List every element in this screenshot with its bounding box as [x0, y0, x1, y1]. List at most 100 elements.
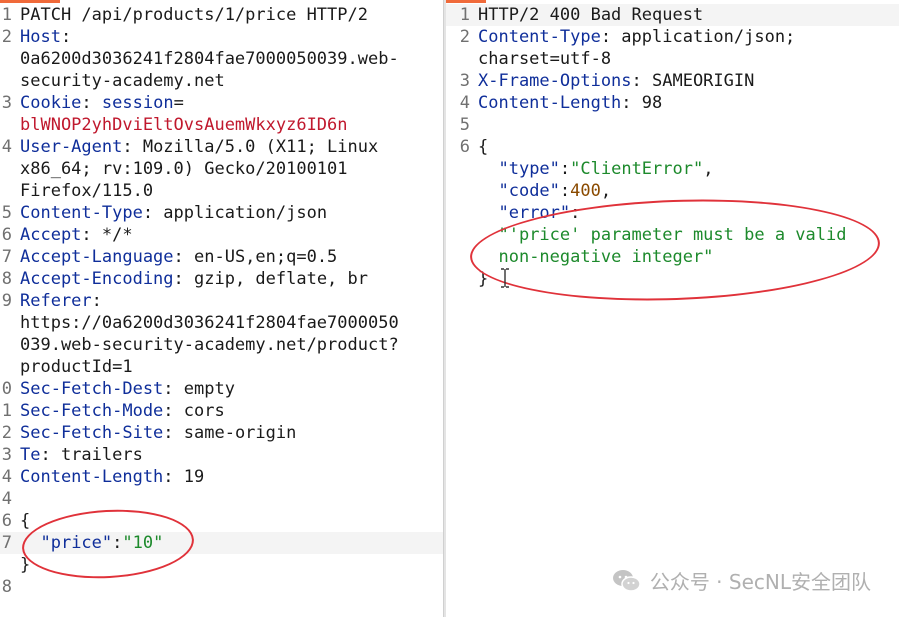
- token-text: :: [112, 533, 123, 553]
- request-line[interactable]: 3 Cookie: session=: [0, 92, 443, 114]
- response-line[interactable]: 2 Content-Type: application/json;: [446, 26, 899, 48]
- response-line[interactable]: charset=utf-8: [446, 48, 899, 70]
- token-text: : gzip, deflate, br: [173, 269, 368, 289]
- token-text: security-academy.net: [20, 71, 225, 91]
- watermark-text: 公众号 · SecNL安全团队: [649, 570, 871, 594]
- line-content: Content-Length: 19: [20, 466, 443, 488]
- request-line[interactable]: security-academy.net: [0, 70, 443, 92]
- line-content: "'price' parameter must be a valid: [478, 224, 899, 246]
- request-line[interactable]: x86_64; rv:109.0) Gecko/20100101: [0, 158, 443, 180]
- line-content: https://0a6200d3036241f2804fae7000050: [20, 312, 443, 334]
- request-line[interactable]: https://0a6200d3036241f2804fae7000050: [0, 312, 443, 334]
- response-line[interactable]: "type":"ClientError",: [446, 158, 899, 180]
- response-line[interactable]: 4 Content-Length: 98: [446, 92, 899, 114]
- line-content: Firefox/115.0: [20, 180, 443, 202]
- request-line[interactable]: 7 Accept-Language: en-US,en;q=0.5: [0, 246, 443, 268]
- request-line[interactable]: 7 "price":"10": [0, 532, 443, 554]
- request-line[interactable]: 9 Referer:: [0, 290, 443, 312]
- token-text: }: [478, 269, 489, 289]
- token-key: Accept-Encoding: [20, 269, 174, 289]
- token-key: Accept: [20, 225, 82, 245]
- token-text: PATCH /api/products/1/price HTTP/2: [20, 5, 368, 25]
- request-line[interactable]: 1 PATCH /api/products/1/price HTTP/2: [0, 4, 443, 26]
- request-line[interactable]: 039.web-security-academy.net/product?: [0, 334, 443, 356]
- line-number: 5: [1, 203, 12, 223]
- token-text: :: [559, 159, 571, 179]
- line-content: Content-Type: application/json: [20, 202, 443, 224]
- token-key: Content-Length: [478, 93, 622, 113]
- token-text: HTTP/2 400 Bad Request: [478, 5, 704, 25]
- request-line[interactable]: }: [0, 554, 443, 576]
- token-session-value: blWNOP2yhDviEltOvsAuemWkxyz6ID6n: [20, 115, 348, 135]
- request-line[interactable]: blWNOP2yhDviEltOvsAuemWkxyz6ID6n: [0, 114, 443, 136]
- response-pane[interactable]: 1 HTTP/2 400 Bad Request 2 Content-Type: ap…: [446, 0, 899, 617]
- response-line[interactable]: 5: [446, 114, 899, 136]
- request-line[interactable]: 6{: [0, 510, 443, 532]
- line-number: 8: [1, 269, 12, 289]
- request-line[interactable]: 4 Content-Length: 19: [0, 466, 443, 488]
- line-number: 6: [1, 511, 12, 531]
- token-string: "10": [122, 533, 164, 553]
- request-line[interactable]: 0a6200d3036241f2804fae7000050039.web-: [0, 48, 443, 70]
- line-content: Referer:: [20, 290, 443, 312]
- line-content: Sec-Fetch-Dest: empty: [20, 378, 443, 400]
- token-text: {: [20, 511, 31, 531]
- response-viewer[interactable]: 1 HTTP/2 400 Bad Request 2 Content-Type: ap…: [446, 4, 899, 290]
- token-key: "type": [498, 159, 560, 179]
- response-line[interactable]: non-negative integer": [446, 246, 899, 268]
- request-line[interactable]: 4 User-Agent: Mozilla/5.0 (X11; Linux: [0, 136, 443, 158]
- request-line[interactable]: 2 Sec-Fetch-Site: same-origin: [0, 422, 443, 444]
- response-line[interactable]: "'price' parameter must be a valid: [446, 224, 899, 246]
- request-line[interactable]: 8: [0, 576, 443, 598]
- token-text: charset=utf-8: [478, 49, 612, 69]
- request-line[interactable]: 8 Accept-Encoding: gzip, deflate, br: [0, 268, 443, 290]
- request-line[interactable]: 1 Sec-Fetch-Mode: cors: [0, 400, 443, 422]
- request-pane[interactable]: 1 PATCH /api/products/1/price HTTP/2 2 Host…: [0, 0, 443, 617]
- response-line[interactable]: "error":: [446, 202, 899, 224]
- token-text: :: [559, 181, 571, 201]
- line-number: 1: [459, 5, 470, 25]
- line-content: [20, 488, 443, 510]
- line-number: 1: [1, 401, 12, 421]
- line-content: "price":"10": [20, 532, 443, 554]
- request-line[interactable]: productId=1: [0, 356, 443, 378]
- response-line[interactable]: 3 X-Frame-Options: SAMEORIGIN: [446, 70, 899, 92]
- response-line[interactable]: 1 HTTP/2 400 Bad Request: [446, 4, 899, 26]
- token-key: Referer: [20, 291, 92, 311]
- line-number: 6: [459, 137, 470, 157]
- request-editor[interactable]: 1 PATCH /api/products/1/price HTTP/2 2 Host…: [0, 4, 443, 598]
- response-line[interactable]: "code":400,: [446, 180, 899, 202]
- line-content: Accept: */*: [20, 224, 443, 246]
- line-content: Cookie: session=: [20, 92, 443, 114]
- request-line[interactable]: Firefox/115.0: [0, 180, 443, 202]
- line-content: Content-Length: 98: [478, 92, 899, 114]
- line-content: 039.web-security-academy.net/product?: [20, 334, 443, 356]
- request-line[interactable]: 0 Sec-Fetch-Dest: empty: [0, 378, 443, 400]
- token-key: Content-Type: [20, 203, 143, 223]
- response-line[interactable]: 6{: [446, 136, 899, 158]
- request-line[interactable]: 6 Accept: */*: [0, 224, 443, 246]
- token-key: Sec-Fetch-Site: [20, 423, 164, 443]
- token-text: ,: [600, 181, 612, 201]
- request-line[interactable]: 5 Content-Type: application/json: [0, 202, 443, 224]
- token-text: }: [20, 555, 31, 575]
- response-line[interactable]: }: [446, 268, 899, 290]
- line-number: 6: [1, 225, 12, 245]
- request-line[interactable]: 4: [0, 488, 443, 510]
- token-text: : 19: [163, 467, 205, 487]
- line-number: 5: [459, 115, 470, 135]
- request-line[interactable]: 3 Te: trailers: [0, 444, 443, 466]
- token-string: "'price' parameter must be a valid: [498, 225, 847, 245]
- request-line[interactable]: 2 Host:: [0, 26, 443, 48]
- line-content: non-negative integer": [478, 246, 899, 268]
- token-text: 039.web-security-academy.net/product?: [20, 335, 399, 355]
- token-text: :: [60, 27, 72, 47]
- wechat-icon: [612, 569, 641, 592]
- line-number: 4: [1, 137, 12, 157]
- watermark: 公众号 · SecNL安全团队: [612, 566, 871, 595]
- line-content: Accept-Encoding: gzip, deflate, br: [20, 268, 443, 290]
